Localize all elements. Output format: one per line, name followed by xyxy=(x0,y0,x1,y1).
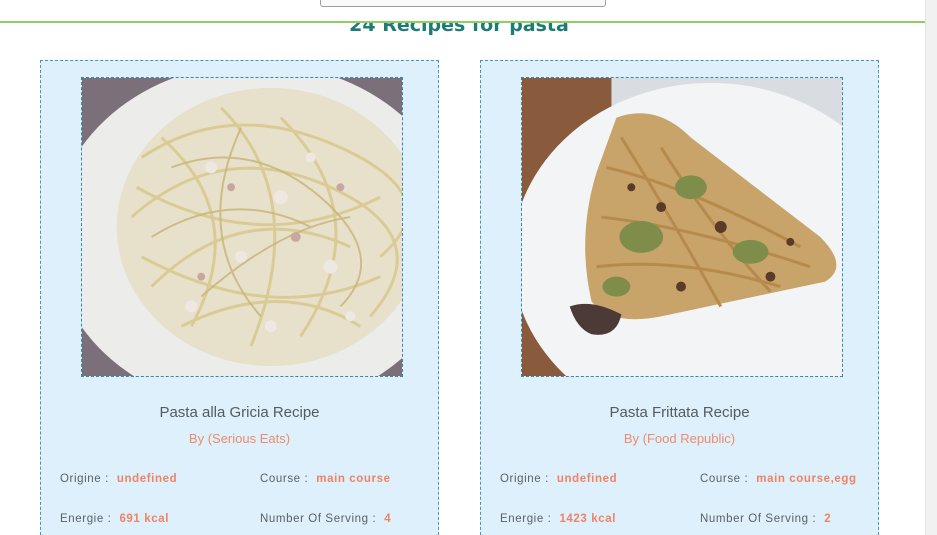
recipe-title[interactable]: Pasta alla Gricia Recipe xyxy=(41,404,438,421)
recipe-course: Course : main course xyxy=(260,473,391,485)
serving-label: Number Of Serving : xyxy=(260,513,377,525)
vertical-scrollbar[interactable] xyxy=(925,0,937,535)
origin-label: Origine : xyxy=(500,473,549,485)
origin-value: undefined xyxy=(116,473,178,485)
recipe-title[interactable]: Pasta Frittata Recipe xyxy=(481,404,878,421)
recipe-image[interactable] xyxy=(81,77,403,377)
course-label: Course : xyxy=(260,473,309,485)
results-title: 24 Recipes for pasta xyxy=(349,14,569,36)
recipe-source[interactable]: By (Serious Eats) xyxy=(41,431,438,446)
recipe-origin: Origine : undefined xyxy=(60,473,177,485)
recipe-course: Course : main course,egg xyxy=(700,473,857,485)
header-divider xyxy=(0,21,925,23)
recipe-origin: Origine : undefined xyxy=(500,473,617,485)
recipe-servings: Number Of Serving : 2 xyxy=(700,513,831,525)
course-value: main course,egg xyxy=(756,473,857,485)
recipe-image[interactable] xyxy=(521,77,843,377)
serving-label: Number Of Serving : xyxy=(700,513,817,525)
recipe-source[interactable]: By (Food Republic) xyxy=(481,431,878,446)
serving-value: 4 xyxy=(384,513,392,525)
recipe-energy: Energie : 691 kcal xyxy=(60,513,169,525)
page: 24 Recipes for pasta Pasta alla Gricia R… xyxy=(0,0,937,535)
energy-value: 1423 kcal xyxy=(559,513,616,525)
energy-value: 691 kcal xyxy=(119,513,170,525)
frittata-plate-image xyxy=(522,78,842,376)
energy-label: Energie : xyxy=(500,513,552,525)
energy-label: Energie : xyxy=(60,513,112,525)
serving-value: 2 xyxy=(824,513,832,525)
spaghetti-plate-image xyxy=(82,78,402,376)
search-input[interactable] xyxy=(320,0,606,7)
recipe-card[interactable]: Pasta Frittata Recipe By (Food Republic)… xyxy=(480,60,879,535)
recipe-card[interactable]: Pasta alla Gricia Recipe By (Serious Eat… xyxy=(40,60,439,535)
recipe-servings: Number Of Serving : 4 xyxy=(260,513,391,525)
recipe-energy: Energie : 1423 kcal xyxy=(500,513,616,525)
course-value: main course xyxy=(316,473,391,485)
origin-value: undefined xyxy=(556,473,618,485)
course-label: Course : xyxy=(700,473,749,485)
origin-label: Origine : xyxy=(60,473,109,485)
